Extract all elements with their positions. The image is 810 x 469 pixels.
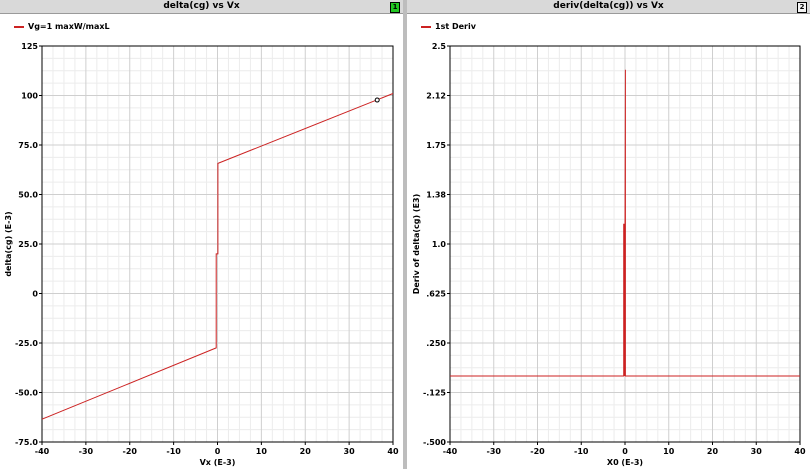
x-tick-label: -20 xyxy=(123,447,138,456)
x-tick-label: 30 xyxy=(751,447,763,456)
x-tick-label: -10 xyxy=(574,447,589,456)
x-tick-label: -30 xyxy=(79,447,94,456)
y-tick-label: 1.0 xyxy=(432,240,447,249)
y-tick-label: 25.0 xyxy=(18,240,38,249)
y-tick-label: -.125 xyxy=(423,389,446,398)
x-axis-label: Vx (E-3) xyxy=(200,458,236,467)
series-line xyxy=(450,69,800,377)
y-tick-label: 2.12 xyxy=(426,92,446,101)
x-tick-label: 0 xyxy=(622,447,628,456)
y-tick-label: 75.0 xyxy=(18,141,38,150)
y-tick-label: 0 xyxy=(32,290,38,299)
data-marker xyxy=(374,97,380,103)
y-tick-label: 50.0 xyxy=(18,191,38,200)
y-tick-label: -75.0 xyxy=(15,438,38,447)
x-tick-label: 0 xyxy=(215,447,221,456)
x-tick-label: 10 xyxy=(256,447,268,456)
y-tick-label: -25.0 xyxy=(15,339,38,348)
x-tick-label: -40 xyxy=(35,447,50,456)
y-tick-label: -.500 xyxy=(423,438,446,447)
chart-panel-1: delta(cg) vs Vx 1 Vg=1 maxW/maxL -40 -30-… xyxy=(0,0,403,469)
x-tick-label: 10 xyxy=(663,447,675,456)
x-axis-label: X0 (E-3) xyxy=(607,458,643,467)
x-tick-label: 20 xyxy=(707,447,719,456)
chart-panel-2: deriv(delta(cg)) vs Vx 2 1st Deriv -40 -3… xyxy=(407,0,810,469)
chart-2-svg: -40 -30 -20 -10 0 10 20 30 40 -.500 -.125 .250 .625 1… xyxy=(412,42,806,467)
x-tick-label: -10 xyxy=(166,447,181,456)
x-tick-label: 40 xyxy=(794,447,806,456)
x-tick-label: -40 xyxy=(443,447,458,456)
y-tick-label: .625 xyxy=(426,290,446,299)
x-tick-label: -30 xyxy=(487,447,502,456)
y-tick-label: 1.75 xyxy=(426,141,446,150)
y-tick-label: 100 xyxy=(21,92,38,101)
x-tick-label: -20 xyxy=(530,447,545,456)
y-tick-label: 1.38 xyxy=(426,191,446,200)
chart-1-svg: -40 -30 -20 -10 0 10 20 30 40 -75.0 -50.0 -25.0 0 25.… xyxy=(4,42,399,467)
y-tick-label: .250 xyxy=(426,339,446,348)
x-tick-label: 30 xyxy=(344,447,356,456)
y-tick-label: -50.0 xyxy=(15,389,38,398)
x-tick-label: 40 xyxy=(387,447,399,456)
y-tick-label: 2.5 xyxy=(432,42,447,51)
y-axis-label: Deriv of delta(cg) (E3) xyxy=(412,194,421,295)
x-tick-label: 20 xyxy=(300,447,312,456)
y-axis-label: delta(cg) (E-3) xyxy=(4,211,13,276)
y-tick-label: 125 xyxy=(21,42,38,51)
